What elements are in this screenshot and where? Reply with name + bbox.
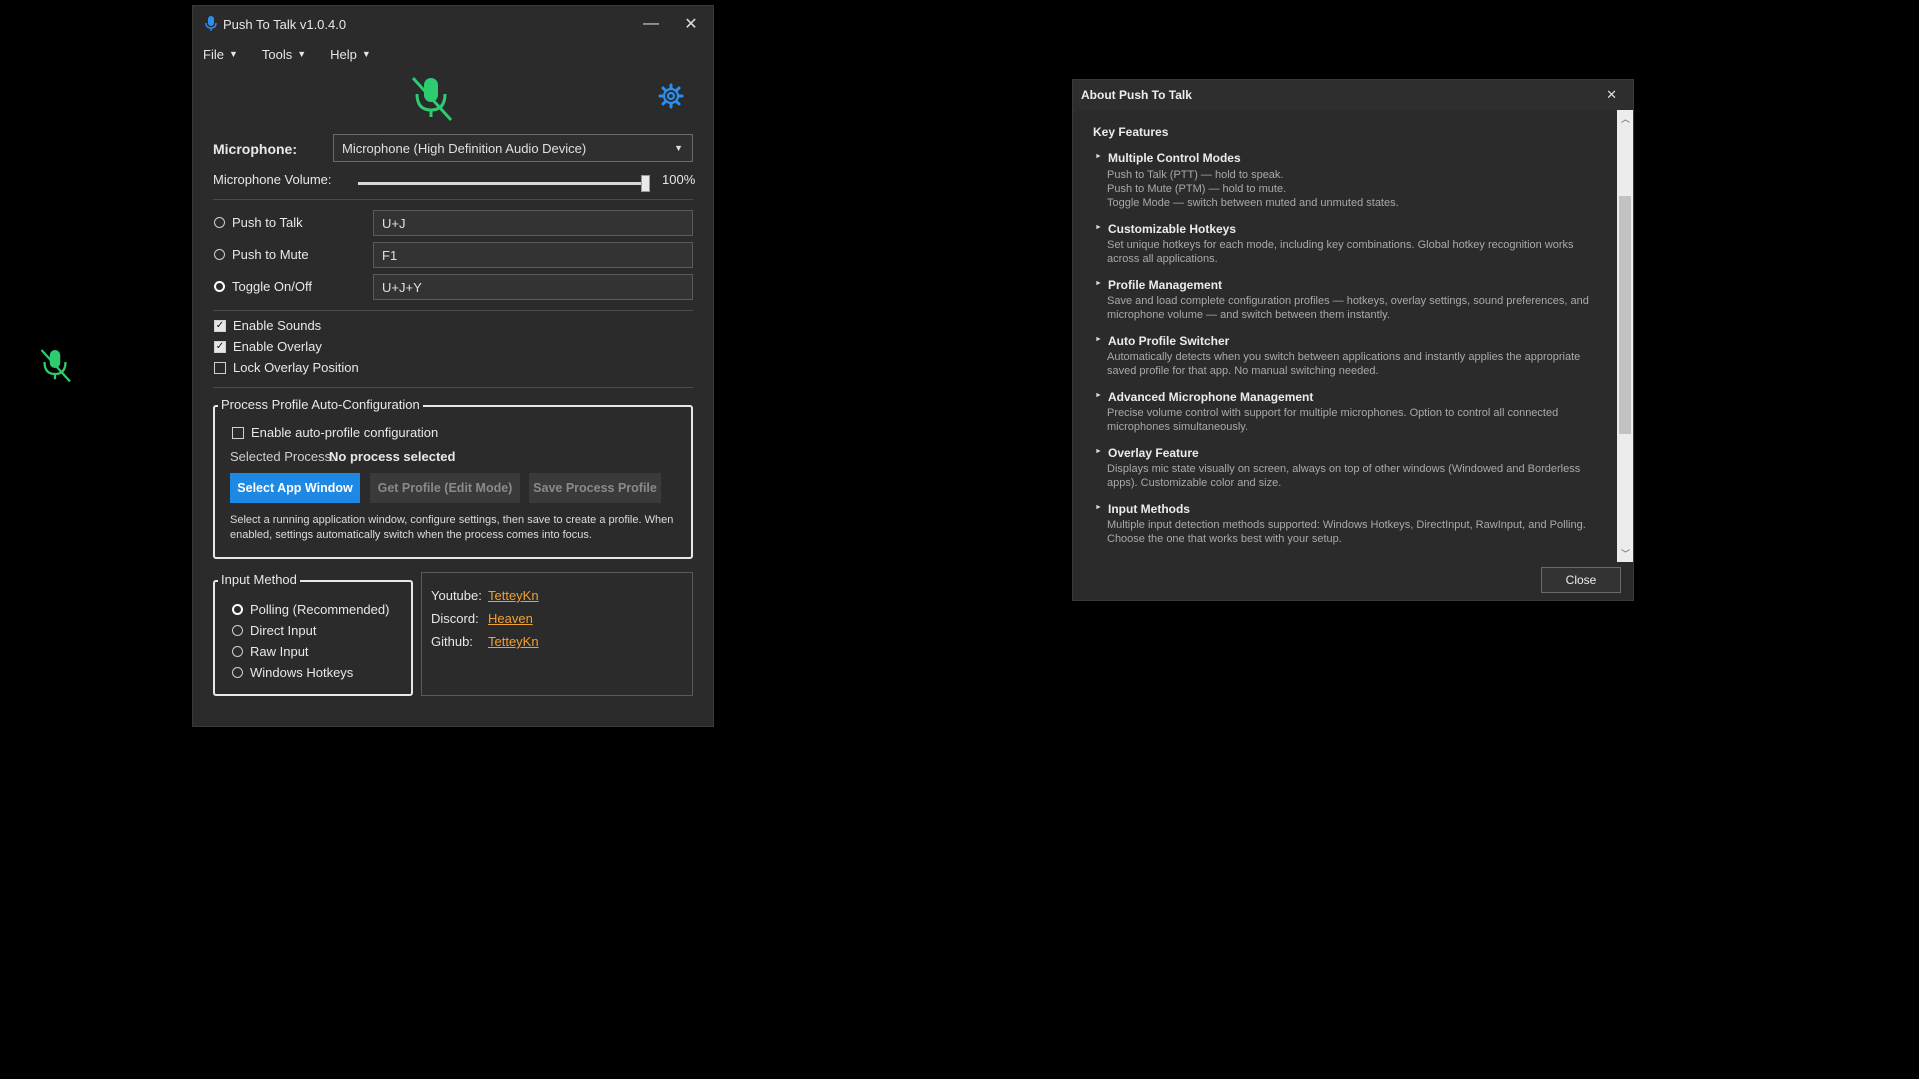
chevron-down-icon: ▼	[228, 49, 238, 59]
toggle-on-off-label[interactable]: Toggle On/Off	[232, 279, 312, 294]
close-icon[interactable]: ✕	[1606, 87, 1617, 103]
selected-process-value: No process selected	[329, 449, 456, 464]
push-to-talk-hotkey-field[interactable]: U+J	[373, 210, 693, 236]
menu-tools[interactable]: Tools ▼	[262, 47, 306, 62]
title-bar[interactable]: Push To Talk v1.0.4.0 — ✕	[193, 6, 713, 42]
chevron-down-icon: ▼	[297, 49, 307, 59]
bullet-icon: ►	[1095, 224, 1102, 231]
about-title: About Push To Talk	[1081, 88, 1192, 102]
feature-title: Profile Management	[1108, 278, 1223, 292]
divider	[213, 199, 693, 200]
discord-label: Discord:	[431, 611, 479, 626]
radio-push-to-mute[interactable]	[214, 249, 225, 260]
radio-polling[interactable]	[232, 604, 243, 615]
close-button[interactable]: Close	[1541, 567, 1621, 593]
radio-windows-hotkeys[interactable]	[232, 667, 243, 678]
youtube-label: Youtube:	[431, 588, 482, 603]
feature-desc: Automatically detects when you switch be…	[1107, 351, 1581, 377]
chevron-down-icon: ▼	[361, 49, 371, 59]
discord-link[interactable]: Heaven	[488, 611, 533, 626]
auto-profile-checkbox[interactable]	[232, 427, 244, 439]
save-process-profile-button[interactable]: Save Process Profile	[529, 473, 661, 503]
feature-title: Multiple Control Modes	[1108, 151, 1241, 165]
raw-input-label[interactable]: Raw Input	[250, 644, 309, 659]
feature-desc: Push to Talk (PTT) — hold to speak. Push…	[1107, 169, 1399, 209]
scrollbar-thumb[interactable]	[1619, 196, 1631, 434]
radio-push-to-talk[interactable]	[214, 217, 225, 228]
close-button[interactable]: ✕	[671, 6, 711, 42]
process-profile-title: Process Profile Auto-Configuration	[218, 397, 423, 412]
minimize-button[interactable]: —	[631, 6, 671, 42]
polling-label[interactable]: Polling (Recommended)	[250, 602, 389, 617]
gear-icon[interactable]	[658, 83, 684, 109]
overlay-mic-muted-icon[interactable]	[37, 347, 73, 383]
app-mic-icon	[205, 16, 217, 31]
lock-overlay-checkbox[interactable]	[214, 362, 226, 374]
input-method-title: Input Method	[218, 572, 300, 587]
divider	[213, 310, 693, 311]
volume-slider-thumb[interactable]	[641, 175, 650, 192]
vertical-scrollbar[interactable]: ︿ ﹀	[1617, 110, 1633, 562]
enable-overlay-checkbox[interactable]: ✓	[214, 341, 226, 353]
process-profile-help-text: Select a running application window, con…	[230, 514, 674, 541]
about-title-bar[interactable]: About Push To Talk ✕	[1073, 80, 1633, 111]
features-heading: Key Features	[1093, 125, 1169, 139]
github-link[interactable]: TetteyKn	[488, 634, 539, 649]
feature-desc: Save and load complete configuration pro…	[1107, 295, 1589, 321]
bullet-icon: ►	[1095, 153, 1102, 160]
about-dialog: About Push To Talk ✕ Key Features ► Mult…	[1073, 80, 1633, 600]
bullet-icon: ►	[1095, 280, 1102, 287]
push-to-mute-label[interactable]: Push to Mute	[232, 247, 309, 262]
radio-toggle-on-off[interactable]	[214, 281, 225, 292]
feature-title: Customizable Hotkeys	[1108, 222, 1237, 236]
select-app-window-button[interactable]: Select App Window	[230, 473, 360, 503]
bullet-icon: ►	[1095, 504, 1102, 511]
divider	[213, 387, 693, 388]
mic-muted-icon[interactable]	[407, 74, 455, 122]
feature-desc: Displays mic state visually on screen, a…	[1107, 463, 1581, 489]
microphone-dropdown[interactable]: Microphone (High Definition Audio Device…	[333, 134, 693, 162]
push-to-mute-hotkey-field[interactable]: F1	[373, 242, 693, 268]
toggle-hotkey-field[interactable]: U+J+Y	[373, 274, 693, 300]
feature-title: Advanced Microphone Management	[1108, 390, 1314, 404]
menu-file[interactable]: File ▼	[203, 47, 238, 62]
windows-hotkeys-label[interactable]: Windows Hotkeys	[250, 665, 353, 680]
menu-help[interactable]: Help ▼	[330, 47, 371, 62]
bullet-icon: ►	[1095, 392, 1102, 399]
scroll-up-icon[interactable]: ︿	[1621, 112, 1630, 125]
enable-overlay-label[interactable]: Enable Overlay	[233, 339, 322, 354]
volume-slider[interactable]	[358, 175, 650, 192]
youtube-link[interactable]: TetteyKn	[488, 588, 539, 603]
enable-sounds-label[interactable]: Enable Sounds	[233, 318, 321, 333]
get-profile-button[interactable]: Get Profile (Edit Mode)	[370, 473, 520, 503]
volume-label: Microphone Volume:	[213, 172, 332, 187]
volume-slider-track	[358, 182, 646, 185]
feature-desc: Set unique hotkeys for each mode, includ…	[1107, 239, 1574, 265]
bullet-icon: ►	[1095, 448, 1102, 455]
github-label: Github:	[431, 634, 473, 649]
enable-sounds-checkbox[interactable]: ✓	[214, 320, 226, 332]
scroll-down-icon[interactable]: ﹀	[1621, 547, 1630, 560]
direct-input-label[interactable]: Direct Input	[250, 623, 316, 638]
bullet-icon: ►	[1095, 336, 1102, 343]
microphone-label: Microphone:	[213, 141, 297, 157]
feature-desc: Precise volume control with support for …	[1107, 407, 1559, 433]
feature-desc: Multiple input detection methods support…	[1107, 519, 1586, 545]
main-window: Push To Talk v1.0.4.0 — ✕ File ▼ Tools ▼ H…	[193, 6, 713, 726]
push-to-talk-label[interactable]: Push to Talk	[232, 215, 303, 230]
feature-title: Overlay Feature	[1108, 446, 1199, 460]
feature-title: Auto Profile Switcher	[1108, 334, 1230, 348]
radio-direct-input[interactable]	[232, 625, 243, 636]
feature-title: Input Methods	[1108, 502, 1190, 516]
window-title: Push To Talk v1.0.4.0	[223, 16, 347, 32]
lock-overlay-label[interactable]: Lock Overlay Position	[233, 360, 359, 375]
menu-bar: File ▼ Tools ▼ Help ▼	[193, 42, 713, 66]
volume-value: 100%	[662, 172, 696, 187]
radio-raw-input[interactable]	[232, 646, 243, 657]
selected-process-label: Selected Process:	[230, 449, 335, 464]
auto-profile-label[interactable]: Enable auto-profile configuration	[251, 425, 438, 440]
chevron-down-icon: ▼	[674, 143, 683, 153]
